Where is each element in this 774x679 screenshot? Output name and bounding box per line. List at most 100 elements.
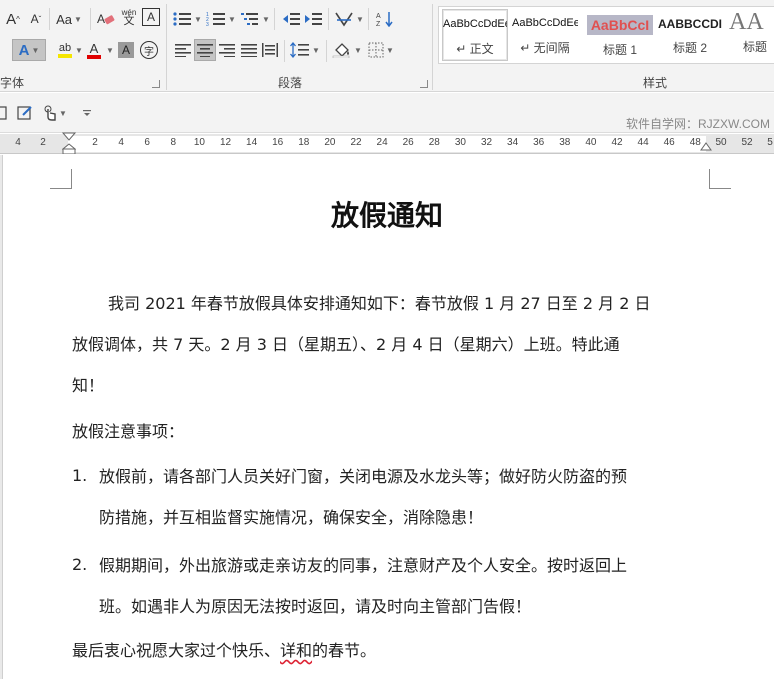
multilevel-list-icon (241, 13, 259, 25)
style-name: 标题 1 (602, 43, 637, 57)
ruler-tick-label: 14 (246, 137, 258, 148)
ribbon: A ^ Aˇ Aa ▼ A wén 文 A A ▼ ab ▼ A ▼ A 字 字体 ▼ (0, 0, 774, 92)
ruler-tick-label: 30 (454, 137, 466, 148)
chevron-down-icon[interactable]: ▼ (75, 46, 83, 55)
list-item-line: 防措施，并互相监督实施情况，确保安全，消除隐患！ (99, 508, 484, 527)
line-spacing-button[interactable]: ▼ (290, 39, 320, 61)
sort-button[interactable]: AZ (374, 8, 396, 30)
ruler-tick-label: 24 (376, 137, 388, 148)
align-right-button[interactable] (216, 39, 238, 61)
touch-mode-button[interactable]: ▼ (40, 102, 70, 124)
ruler-tick-label: 18 (298, 137, 310, 148)
chinese-layout-icon (335, 12, 353, 27)
horizontal-ruler[interactable]: 4 2 2 4 6 8 10 12 14 16 18 20 22 24 26 28 30 32 34 36 38 40… (0, 132, 774, 154)
closing-text: 的春节。 (312, 641, 377, 660)
style-title[interactable]: AA 标题 (729, 9, 774, 61)
chevron-down-icon[interactable]: ▼ (106, 46, 114, 55)
svg-text:A: A (97, 12, 105, 26)
change-case-label: Aa (56, 11, 72, 27)
edit-document-icon (17, 106, 32, 120)
character-border-label: A (146, 10, 155, 24)
clear-format-button[interactable]: A (96, 8, 116, 30)
character-shading-button[interactable]: A (118, 42, 134, 58)
group-label-font: 字体 (0, 76, 25, 90)
ruler-tick-label: 12 (219, 137, 232, 148)
character-border-button[interactable]: A (142, 8, 160, 26)
ruler-tick-label: 36 (533, 137, 545, 148)
increase-indent-button[interactable] (302, 8, 324, 30)
font-color-button[interactable]: A (84, 39, 104, 61)
ruler-tick-label: 38 (559, 137, 571, 148)
list-number: 2. (72, 555, 88, 574)
ruler-tick-label: 6 (144, 137, 150, 148)
group-divider (166, 4, 167, 90)
ruler-tick-label: 44 (637, 137, 649, 148)
align-left-button[interactable] (172, 39, 194, 61)
highlight-label: ab (58, 42, 72, 54)
customize-dropdown-icon (83, 110, 91, 116)
ruler-tick-label: 2 (92, 137, 98, 148)
phonetic-guide-button[interactable]: wén 文 (118, 6, 140, 28)
spelling-flagged-word[interactable]: 详和 (280, 641, 312, 660)
chevron-down-icon: ▼ (31, 45, 40, 55)
borders-button[interactable]: ▼ (366, 39, 396, 61)
numbered-list-icon: 123 (206, 12, 226, 27)
ruler-tick-label: 2 (40, 137, 46, 148)
shrink-font-button[interactable]: Aˇ (26, 8, 46, 30)
align-center-button[interactable] (194, 39, 216, 61)
shading-button[interactable]: ▼ (332, 39, 362, 61)
ruler-tick-label: 28 (428, 137, 440, 148)
svg-text:A: A (376, 13, 381, 20)
text-effect-label: A (18, 41, 30, 59)
text-effect-button[interactable]: A ▼ (12, 39, 46, 61)
right-indent-marker[interactable] (700, 142, 712, 154)
chevron-down-icon: ▼ (386, 45, 394, 55)
font-dialog-launcher-icon[interactable] (152, 80, 160, 88)
svg-text:Z: Z (376, 21, 381, 27)
paint-bucket-icon (332, 43, 350, 58)
group-label-paragraph: 段落 (278, 76, 303, 90)
eraser-icon: A (97, 12, 115, 26)
enclose-characters-button[interactable]: 字 (140, 41, 158, 59)
ruler-tick-label: 32 (480, 137, 493, 148)
highlight-color-swatch (58, 54, 72, 58)
font-color-swatch (87, 54, 101, 59)
chevron-down-icon: ▼ (73, 14, 82, 24)
decrease-indent-button[interactable] (280, 8, 302, 30)
touch-hand-icon (44, 105, 56, 121)
grow-font-button[interactable]: A ^ (2, 8, 24, 30)
decrease-indent-icon (283, 13, 300, 25)
phonetic-bottom-label: 文 (123, 15, 135, 27)
chevron-down-icon: ▼ (354, 45, 362, 55)
margin-corner-mark (50, 169, 72, 189)
customize-toolbar-button[interactable] (80, 102, 94, 124)
chinese-layout-button[interactable]: ▼ (334, 8, 364, 30)
paragraph-line: 放假调体，共 7 天。2 月 3 日（星期五）、2 月 4 日（星期六）上班。特… (72, 335, 620, 354)
style-no-spacing[interactable]: AaBbCcDdEe ↵ 无间隔 (512, 9, 578, 61)
align-left-icon (175, 44, 191, 57)
character-shading-label: A (121, 43, 130, 57)
chevron-down-icon: ▼ (262, 14, 270, 24)
left-indent-marker[interactable] (62, 132, 76, 154)
style-heading-1[interactable]: AaBbCcI 标题 1 (587, 9, 653, 61)
style-normal[interactable]: AaBbCcDdEe ↵ 正文 (442, 9, 508, 61)
ruler-tick-label: 4 (118, 137, 124, 148)
chevron-down-icon: ▼ (312, 45, 320, 55)
paragraph-dialog-launcher-icon[interactable] (420, 80, 428, 88)
bullets-button[interactable]: ▼ (172, 8, 202, 30)
closing-line: 最后衷心祝愿大家过个快乐、详和的春节。 (72, 630, 376, 671)
grow-arrow-icon: ^ (16, 14, 20, 24)
change-case-button[interactable]: Aa ▼ (54, 8, 84, 30)
style-heading-2[interactable]: AABBCCDI 标题 2 (657, 9, 723, 61)
distributed-button[interactable] (260, 39, 280, 61)
ruler-tick-label: 4 (15, 137, 21, 148)
distributed-icon (262, 43, 278, 57)
style-sample: AaBbCcDdEe (443, 18, 507, 30)
multilevel-list-button[interactable]: ▼ (240, 8, 270, 30)
ruler-tick-label: 40 (585, 137, 597, 148)
save-icon[interactable] (0, 102, 8, 124)
numbering-button[interactable]: 1 2 3 ▼ (206, 8, 236, 30)
justify-button[interactable] (238, 39, 260, 61)
list-number: 1. (72, 466, 88, 485)
edit-document-button[interactable] (16, 102, 34, 124)
